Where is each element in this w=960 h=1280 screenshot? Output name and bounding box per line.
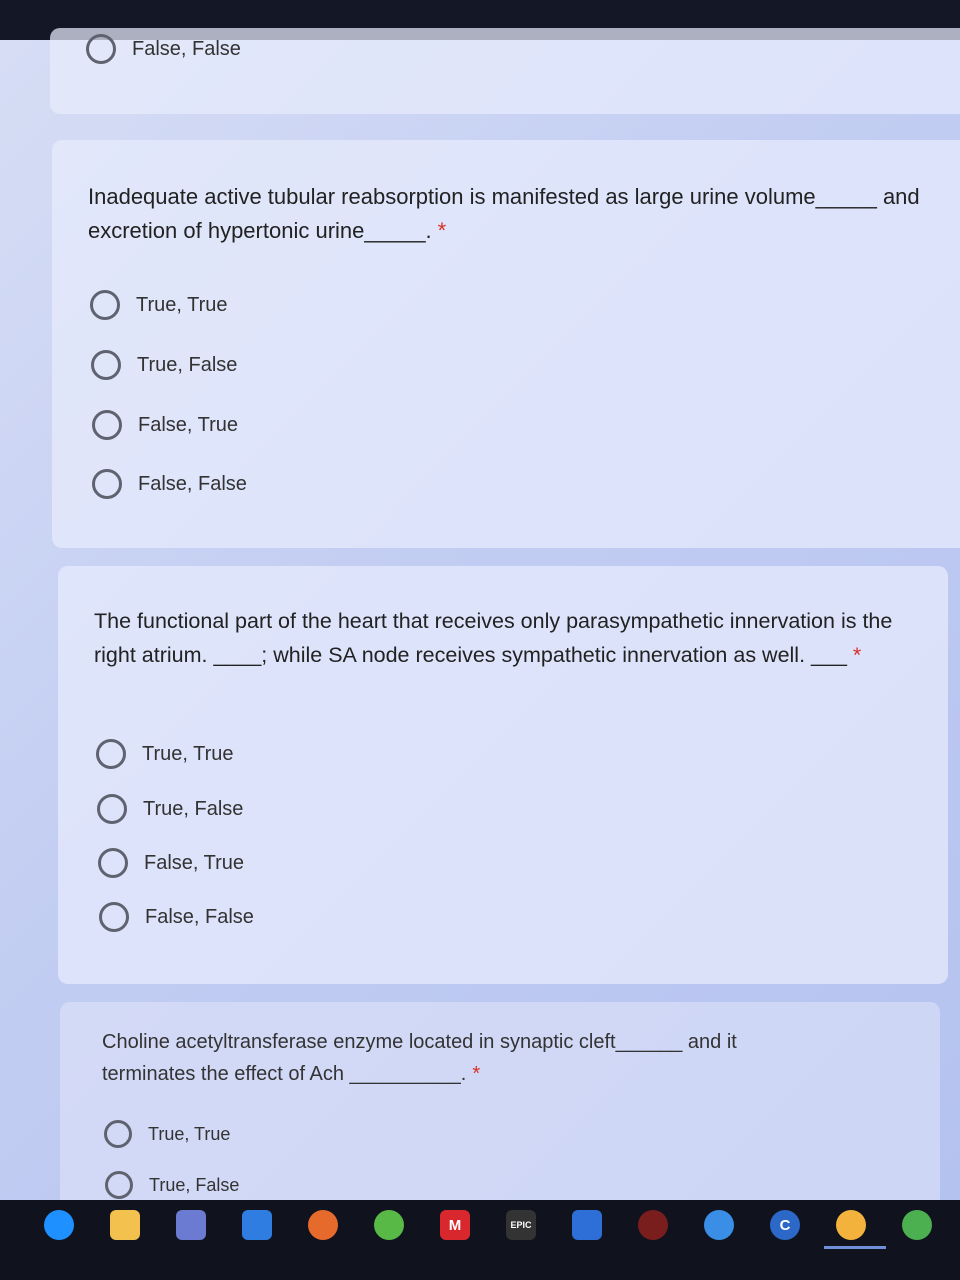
radio-icon[interactable] (92, 410, 122, 440)
q2-option-3[interactable]: False, True (98, 848, 244, 878)
option-label: True, True (142, 742, 234, 765)
option-label: True, True (136, 293, 228, 316)
option-label: True, False (143, 797, 244, 820)
radio-icon[interactable] (99, 902, 129, 932)
app-icon[interactable] (704, 1210, 734, 1240)
screen: False, False Inadequate active tubular r… (0, 0, 960, 1205)
option-label: True, False (137, 353, 238, 376)
option-label: False, True (138, 413, 239, 436)
radio-icon[interactable] (90, 290, 120, 320)
store-icon[interactable] (176, 1210, 206, 1240)
radio-icon[interactable] (97, 794, 127, 824)
firefox-icon[interactable] (308, 1210, 338, 1240)
option-label: True, True (148, 1123, 231, 1144)
ccleaner-icon[interactable]: C (770, 1210, 800, 1240)
radio-icon[interactable] (96, 739, 126, 769)
option-false-false-partial[interactable]: False, False (86, 34, 241, 64)
file-explorer-icon[interactable] (110, 1210, 140, 1240)
radio-icon[interactable] (104, 1120, 132, 1148)
radio-icon[interactable] (92, 469, 122, 499)
q1-option-3[interactable]: False, True (92, 410, 238, 440)
option-label: False, False (145, 905, 254, 928)
mail-icon[interactable] (242, 1210, 272, 1240)
option-label: False, False (138, 472, 247, 495)
radio-icon[interactable] (91, 350, 121, 380)
radio-icon[interactable] (86, 34, 116, 64)
mega-icon[interactable]: M (440, 1210, 470, 1240)
q3-option-2[interactable]: True, False (105, 1171, 239, 1199)
question-1-text: Inadequate active tubular reabsorption i… (88, 184, 920, 243)
rog-icon[interactable] (638, 1210, 668, 1240)
chrome-canary-icon[interactable] (836, 1210, 866, 1240)
q1-option-1[interactable]: True, True (90, 290, 228, 320)
question-3-text: Choline acetyltransferase enzyme located… (102, 1031, 737, 1085)
edge-icon[interactable] (44, 1210, 74, 1240)
question-2-text: The functional part of the heart that re… (94, 609, 893, 667)
taskbar: M EPIC C (0, 1200, 960, 1280)
q2-option-1[interactable]: True, True (96, 739, 234, 769)
active-app-indicator (824, 1246, 886, 1249)
option-label: False, True (144, 851, 245, 874)
radio-icon[interactable] (105, 1171, 133, 1199)
q3-option-1[interactable]: True, True (104, 1120, 230, 1148)
epic-games-icon[interactable]: EPIC (506, 1210, 536, 1240)
utorrent-icon[interactable] (374, 1210, 404, 1240)
required-asterisk: * (852, 643, 862, 667)
q2-option-2[interactable]: True, False (97, 794, 243, 824)
required-asterisk: * (437, 218, 447, 243)
shield-icon[interactable] (572, 1210, 602, 1240)
option-label: False, False (132, 37, 241, 60)
chrome-icon[interactable] (902, 1210, 932, 1240)
required-asterisk: * (472, 1063, 481, 1085)
radio-icon[interactable] (98, 848, 128, 878)
q1-option-4[interactable]: False, False (92, 469, 247, 499)
q2-option-4[interactable]: False, False (99, 902, 254, 932)
option-label: True, False (149, 1174, 240, 1195)
q1-option-2[interactable]: True, False (91, 350, 237, 380)
